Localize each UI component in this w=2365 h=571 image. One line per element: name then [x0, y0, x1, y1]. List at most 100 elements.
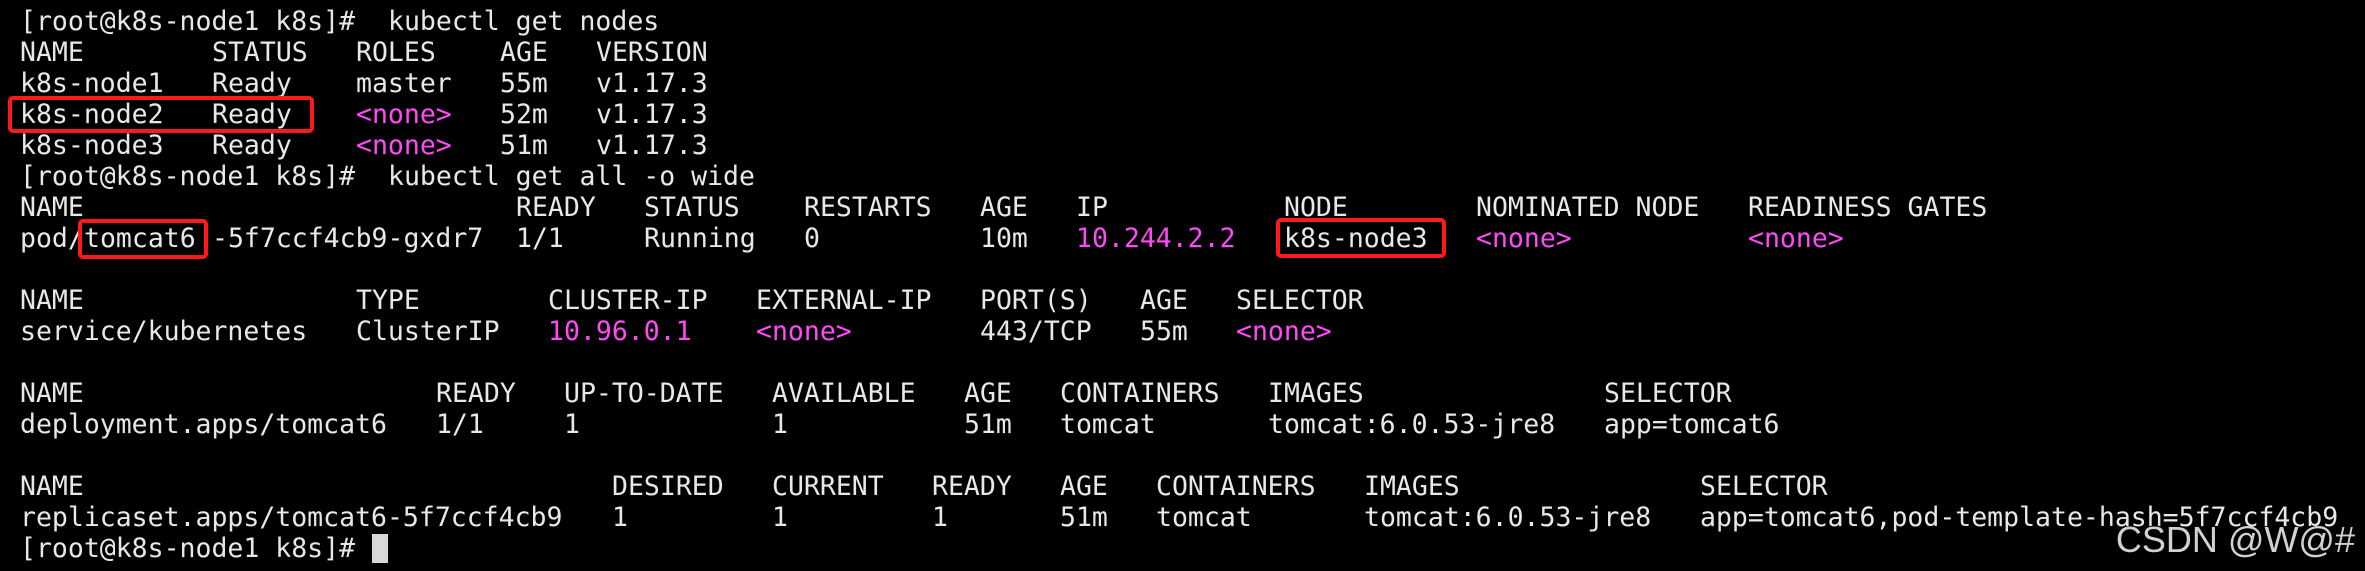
column-header: AGE	[964, 378, 1012, 409]
command-line: [root@k8s-node1 k8s]# kubectl get all -o…	[20, 161, 755, 192]
service-ports: 443/TCP	[980, 316, 1092, 347]
deployment-images: tomcat:6.0.53-jre8	[1268, 409, 1556, 440]
column-header: RESTARTS	[804, 192, 932, 223]
node-age: 55m	[500, 68, 548, 99]
annotation-box-tomcat6	[78, 219, 208, 259]
pod-ready: 1/1	[516, 223, 564, 254]
column-header: NAME	[20, 285, 84, 316]
node-role: master	[356, 68, 452, 99]
replicaset-age: 51m	[1060, 502, 1108, 533]
node-age: 51m	[500, 130, 548, 161]
text-cursor[interactable]	[372, 534, 388, 563]
column-header: IMAGES	[1364, 471, 1460, 502]
replicaset-current: 1	[772, 502, 788, 533]
command-line: [root@k8s-node1 k8s]# kubectl get nodes	[20, 6, 659, 37]
column-header: STATUS	[212, 37, 308, 68]
deployment-selector: app=tomcat6	[1604, 409, 1780, 440]
terminal-window[interactable]: [root@k8s-node1 k8s]# kubectl get nodes …	[0, 0, 2365, 571]
service-external-ip: <none>	[756, 316, 852, 347]
replicaset-ready: 1	[932, 502, 948, 533]
column-header: AGE	[1140, 285, 1188, 316]
table-row: k8s-node1 Ready master 55m v1.17.3	[20, 68, 708, 99]
service-name: service/kubernetes	[20, 316, 308, 347]
column-header: AGE	[500, 37, 548, 68]
command-line: [root@k8s-node1 k8s]#	[20, 533, 388, 564]
pod-restarts: 0	[804, 223, 820, 254]
node-status: Ready	[212, 68, 292, 99]
column-header: NAME	[20, 378, 84, 409]
deployments-header: NAME READY UP-TO-DATE AVAILABLE AGE CONT…	[20, 378, 1732, 409]
column-header: AGE	[1060, 471, 1108, 502]
pod-status: Running	[644, 223, 756, 254]
column-header: READY	[932, 471, 1012, 502]
column-header: ROLES	[356, 37, 436, 68]
deployment-available: 1	[772, 409, 788, 440]
column-header: DESIRED	[612, 471, 724, 502]
table-row: k8s-node3 Ready <none> 51m v1.17.3	[20, 130, 708, 161]
annotation-box-node2	[8, 96, 314, 133]
table-row: deployment.apps/tomcat6 1/1 1 1 51m tomc…	[20, 409, 1780, 440]
command-text: kubectl get all -o wide	[388, 161, 755, 192]
table-row: service/kubernetes ClusterIP 10.96.0.1 <…	[20, 316, 1332, 347]
column-header: CONTAINERS	[1060, 378, 1220, 409]
service-type: ClusterIP	[356, 316, 500, 347]
replicaset-images: tomcat:6.0.53-jre8	[1364, 502, 1652, 533]
pod-nominated-node: <none>	[1476, 223, 1572, 254]
node-age: 52m	[500, 99, 548, 130]
column-header: CURRENT	[772, 471, 884, 502]
deployment-containers: tomcat	[1060, 409, 1156, 440]
node-version: v1.17.3	[596, 130, 708, 161]
services-header: NAME TYPE CLUSTER-IP EXTERNAL-IP PORT(S)…	[20, 285, 1364, 316]
replicasets-header: NAME DESIRED CURRENT READY AGE CONTAINER…	[20, 471, 1828, 502]
service-age: 55m	[1140, 316, 1188, 347]
node-version: v1.17.3	[596, 99, 708, 130]
node-role: <none>	[356, 99, 452, 130]
column-header: UP-TO-DATE	[564, 378, 724, 409]
pods-header: NAME READY STATUS RESTARTS AGE IP NODE N…	[20, 192, 1987, 223]
column-header: SELECTOR	[1604, 378, 1732, 409]
column-header: IP	[1076, 192, 1108, 223]
replicaset-containers: tomcat	[1156, 502, 1252, 533]
column-header: SELECTOR	[1236, 285, 1364, 316]
table-row: pod/ tomcat6 -5f7ccf4cb9-gxdr7 1/1 Runni…	[20, 223, 1844, 254]
node-status: Ready	[212, 130, 292, 161]
column-header: STATUS	[644, 192, 740, 223]
shell-prompt: [root@k8s-node1 k8s]#	[20, 6, 356, 37]
column-header: TYPE	[356, 285, 420, 316]
column-header: READY	[516, 192, 596, 223]
deployment-age: 51m	[964, 409, 1012, 440]
pod-name-prefix: pod/	[20, 223, 84, 254]
node-name: k8s-node3	[20, 130, 164, 161]
replicaset-desired: 1	[612, 502, 628, 533]
column-header: CONTAINERS	[1156, 471, 1316, 502]
pod-readiness-gates: <none>	[1748, 223, 1844, 254]
column-header: AGE	[980, 192, 1028, 223]
table-row: replicaset.apps/tomcat6-5f7ccf4cb9 1 1 1…	[20, 502, 2338, 533]
node-version: v1.17.3	[596, 68, 708, 99]
column-header: READY	[436, 378, 516, 409]
pod-age: 10m	[980, 223, 1028, 254]
deployment-name: deployment.apps/tomcat6	[20, 409, 387, 440]
shell-prompt: [root@k8s-node1 k8s]#	[20, 533, 356, 564]
column-header: EXTERNAL-IP	[756, 285, 932, 316]
node-name: k8s-node1	[20, 68, 164, 99]
node-role: <none>	[356, 130, 452, 161]
column-header: NAME	[20, 37, 84, 68]
annotation-box-node3	[1276, 218, 1446, 258]
column-header: IMAGES	[1268, 378, 1364, 409]
watermark-text: CSDN @W@#	[2115, 519, 2355, 560]
command-text: kubectl get nodes	[388, 6, 660, 37]
column-header: AVAILABLE	[772, 378, 916, 409]
column-header: READINESS GATES	[1748, 192, 1988, 223]
service-cluster-ip: 10.96.0.1	[548, 316, 692, 347]
column-header: NOMINATED NODE	[1476, 192, 1700, 223]
column-header: PORT(S)	[980, 285, 1092, 316]
column-header: VERSION	[596, 37, 708, 68]
column-header: CLUSTER-IP	[548, 285, 708, 316]
column-header: SELECTOR	[1700, 471, 1828, 502]
deployment-up-to-date: 1	[564, 409, 580, 440]
service-selector: <none>	[1236, 316, 1332, 347]
pod-name-suffix: -5f7ccf4cb9-gxdr7	[212, 223, 484, 254]
column-header: NAME	[20, 471, 84, 502]
column-header: NAME	[20, 192, 84, 223]
